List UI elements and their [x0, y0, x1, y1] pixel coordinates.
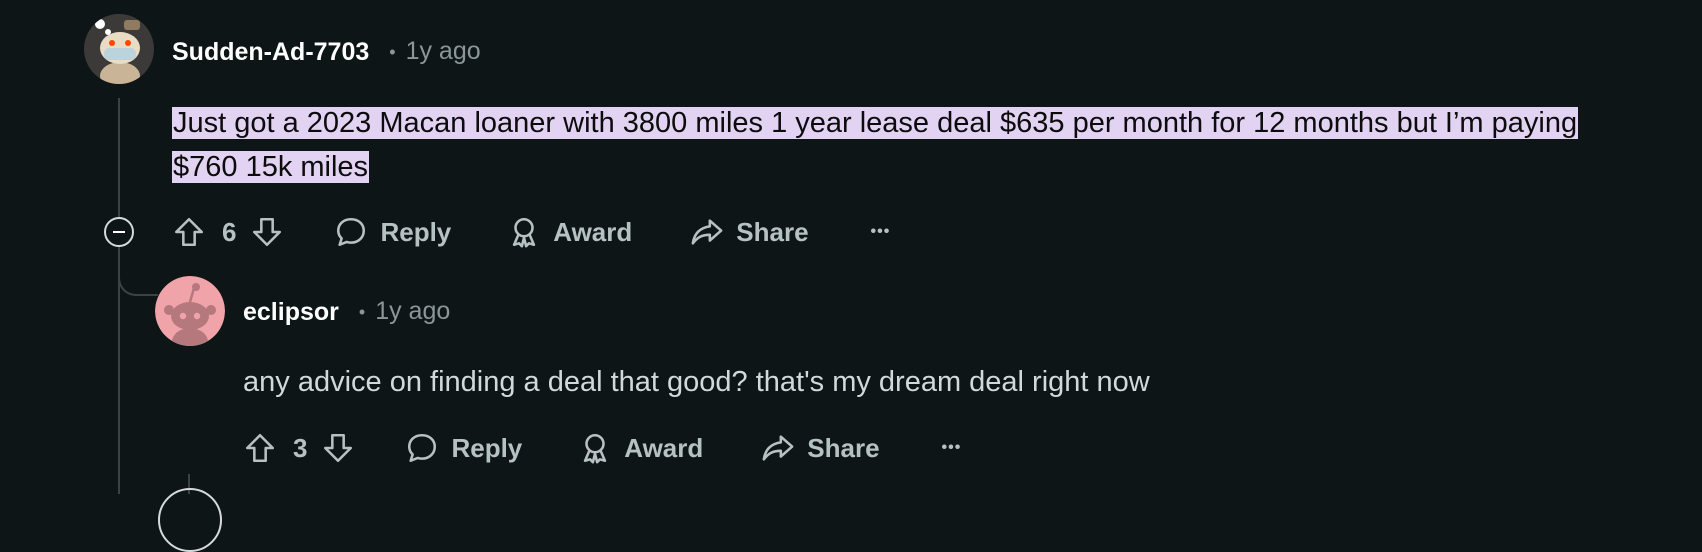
comment-author[interactable]: Sudden-Ad-7703: [172, 37, 369, 67]
downvote-button[interactable]: [321, 431, 355, 465]
thread-connector-child: [118, 262, 158, 296]
reply-button[interactable]: Reply: [334, 215, 451, 249]
downvote-arrow-icon: [253, 217, 282, 247]
next-comment-avatar[interactable]: [158, 488, 222, 552]
upvote-button[interactable]: [172, 215, 206, 249]
reply-time: 1y ago: [375, 297, 451, 325]
upvote-arrow-icon: [174, 217, 204, 247]
award-ribbon-icon: [513, 217, 536, 248]
comment-body-text: Just got a 2023 Macan loaner with 3800 m…: [172, 107, 1579, 183]
comment-bubble-icon: [408, 433, 437, 463]
separator-dot: •: [358, 302, 366, 323]
comment-actions: 6 Reply Award Share •••: [172, 212, 890, 252]
thread-line-root[interactable]: [118, 98, 120, 494]
collapse-thread-button[interactable]: [104, 217, 134, 247]
reply-button[interactable]: Reply: [405, 431, 522, 465]
comment-body: Just got a 2023 Macan loaner with 3800 m…: [172, 101, 1632, 189]
comment-time: 1y ago: [405, 37, 481, 65]
downvote-button[interactable]: [250, 215, 284, 249]
upvote-button[interactable]: [243, 431, 277, 465]
share-arrow-icon: [762, 435, 794, 461]
reply-author[interactable]: eclipsor: [243, 297, 339, 327]
comment-timestamp: • 1y ago: [389, 36, 480, 67]
award-button[interactable]: Award: [507, 215, 632, 249]
award-label: Award: [624, 432, 704, 463]
share-label: Share: [736, 216, 809, 247]
avatar-eclipsor[interactable]: [155, 276, 225, 346]
reply-timestamp: • 1y ago: [359, 296, 450, 327]
share-arrow-icon: [691, 219, 723, 245]
avatar-sudden-ad-7703[interactable]: [84, 14, 154, 84]
reply-body: any advice on finding a deal that good? …: [243, 366, 1150, 398]
vote-count: 3: [293, 432, 308, 463]
share-label: Share: [807, 432, 880, 463]
reply-label: Reply: [451, 432, 523, 463]
more-options-button[interactable]: •••: [942, 439, 962, 457]
more-options-button[interactable]: •••: [871, 223, 891, 241]
award-button[interactable]: Award: [578, 431, 703, 465]
share-button[interactable]: Share: [761, 431, 880, 465]
more-dots-icon: •••: [941, 439, 962, 456]
downvote-arrow-icon: [324, 433, 353, 463]
more-dots-icon: •••: [870, 223, 891, 240]
reply-label: Reply: [380, 216, 452, 247]
snoo-mask-avatar-icon: [84, 14, 154, 84]
comment-bubble-icon: [337, 217, 366, 247]
award-label: Award: [553, 216, 633, 247]
award-ribbon-icon: [584, 433, 607, 464]
minus-icon: [113, 231, 125, 233]
reply-actions: 3 Reply Award Share •••: [243, 428, 961, 468]
separator-dot: •: [389, 42, 396, 63]
upvote-arrow-icon: [245, 433, 275, 463]
share-button[interactable]: Share: [690, 215, 809, 249]
snoo-default-avatar-icon: [155, 276, 225, 346]
vote-count: 6: [222, 216, 237, 247]
